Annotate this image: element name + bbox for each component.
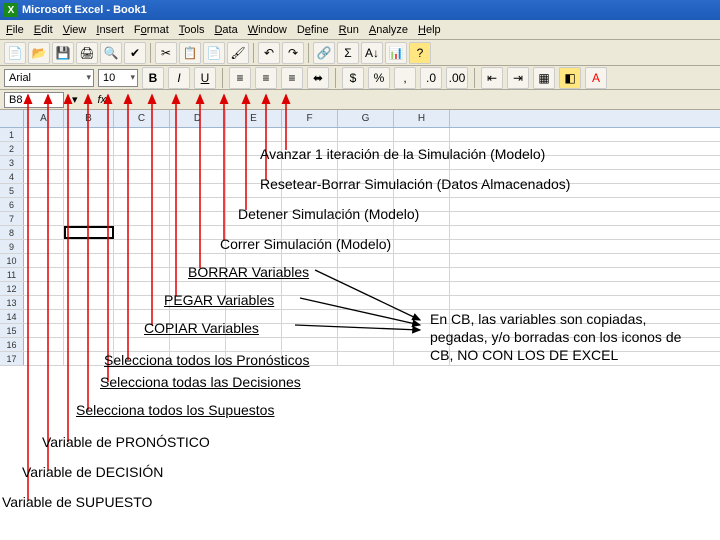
align-right-icon[interactable]: ≡ bbox=[281, 67, 303, 89]
new-icon[interactable]: 📄 bbox=[4, 42, 26, 64]
print-icon[interactable]: 🖨 bbox=[76, 42, 98, 64]
menu-data[interactable]: Data bbox=[214, 24, 237, 36]
col-G[interactable]: G bbox=[338, 110, 394, 127]
spell-icon[interactable]: ✔ bbox=[124, 42, 146, 64]
align-center-icon[interactable]: ≡ bbox=[255, 67, 277, 89]
menu-tools[interactable]: Tools bbox=[179, 24, 205, 36]
name-box[interactable]: B8 bbox=[4, 92, 64, 108]
col-E[interactable]: E bbox=[226, 110, 282, 127]
sum-icon[interactable]: Σ bbox=[337, 42, 359, 64]
redo-icon[interactable]: ↷ bbox=[282, 42, 304, 64]
font-size[interactable]: 10 bbox=[98, 69, 138, 87]
menu-analyze[interactable]: Analyze bbox=[369, 24, 408, 36]
underline-icon[interactable]: U bbox=[194, 67, 216, 89]
decdec-icon[interactable]: .00 bbox=[446, 67, 468, 89]
link-icon[interactable]: 🔗 bbox=[313, 42, 335, 64]
label-var-pron: Variable de PRONÓSTICO bbox=[42, 434, 210, 450]
label-detener: Detener Simulación (Modelo) bbox=[238, 206, 419, 222]
label-sel-dec: Selecciona todas las Decisiones bbox=[100, 374, 301, 390]
excel-icon: X bbox=[4, 3, 18, 17]
merge-icon[interactable]: ⬌ bbox=[307, 67, 329, 89]
chart-icon[interactable]: 📊 bbox=[385, 42, 407, 64]
label-sel-pron: Selecciona todos los Pronósticos bbox=[104, 352, 309, 368]
indent-dec-icon[interactable]: ⇤ bbox=[481, 67, 503, 89]
copy-icon[interactable]: 📋 bbox=[179, 42, 201, 64]
preview-icon[interactable]: 🔍 bbox=[100, 42, 122, 64]
menu-format[interactable]: Format bbox=[134, 24, 169, 36]
label-avanzar: Avanzar 1 iteración de la Simulación (Mo… bbox=[260, 146, 545, 162]
label-pegar: PEGAR Variables bbox=[164, 292, 274, 308]
cut-icon[interactable]: ✂ bbox=[155, 42, 177, 64]
label-correr: Correr Simulación (Modelo) bbox=[220, 236, 391, 252]
label-sel-sup: Selecciona todos los Supuestos bbox=[76, 402, 274, 418]
menu-insert[interactable]: Insert bbox=[96, 24, 124, 36]
titlebar: X Microsoft Excel - Book1 bbox=[0, 0, 720, 20]
decinc-icon[interactable]: .0 bbox=[420, 67, 442, 89]
menubar: File Edit View Insert Format Tools Data … bbox=[0, 20, 720, 40]
save-icon[interactable]: 💾 bbox=[52, 42, 74, 64]
standard-toolbar: 📄 📂 💾 🖨 🔍 ✔ ✂ 📋 📄 🖌 ↶ ↷ 🔗 Σ A↓ 📊 ? bbox=[0, 40, 720, 66]
currency-icon[interactable]: $ bbox=[342, 67, 364, 89]
menu-run[interactable]: Run bbox=[339, 24, 359, 36]
sort-icon[interactable]: A↓ bbox=[361, 42, 383, 64]
label-borrar: BORRAR Variables bbox=[188, 264, 309, 280]
align-left-icon[interactable]: ≡ bbox=[229, 67, 251, 89]
menu-help[interactable]: Help bbox=[418, 24, 441, 36]
menu-edit[interactable]: Edit bbox=[34, 24, 53, 36]
undo-icon[interactable]: ↶ bbox=[258, 42, 280, 64]
fontcolor-icon[interactable]: A bbox=[585, 67, 607, 89]
menu-window[interactable]: Window bbox=[248, 24, 287, 36]
bold-icon[interactable]: B bbox=[142, 67, 164, 89]
italic-icon[interactable]: I bbox=[168, 67, 190, 89]
paste-icon[interactable]: 📄 bbox=[203, 42, 225, 64]
col-C[interactable]: C bbox=[114, 110, 170, 127]
menu-define[interactable]: Define bbox=[297, 24, 329, 36]
format-toolbar: Arial 10 B I U ≡ ≡ ≡ ⬌ $ % , .0 .00 ⇤ ⇥ … bbox=[0, 66, 720, 90]
menu-view[interactable]: View bbox=[63, 24, 87, 36]
help-icon[interactable]: ? bbox=[409, 42, 431, 64]
label-var-sup: Variable de SUPUESTO bbox=[2, 494, 152, 510]
percent-icon[interactable]: % bbox=[368, 67, 390, 89]
label-resetear: Resetear-Borrar Simulación (Datos Almace… bbox=[260, 176, 570, 192]
label-copiar: COPIAR Variables bbox=[144, 320, 259, 336]
window-title: Microsoft Excel - Book1 bbox=[22, 4, 147, 16]
col-B[interactable]: B bbox=[64, 110, 114, 127]
indent-inc-icon[interactable]: ⇥ bbox=[507, 67, 529, 89]
formula-bar: B8 ▾ fx bbox=[0, 90, 720, 110]
col-A[interactable]: A bbox=[24, 110, 64, 127]
menu-file[interactable]: File bbox=[6, 24, 24, 36]
fx-label: fx bbox=[98, 94, 107, 106]
comma-icon[interactable]: , bbox=[394, 67, 416, 89]
col-H[interactable]: H bbox=[394, 110, 450, 127]
fmtpaint-icon[interactable]: 🖌 bbox=[227, 42, 249, 64]
note-cb: En CB, las variables son copiadas, pegad… bbox=[430, 310, 700, 365]
label-var-dec: Variable de DECISIÓN bbox=[22, 464, 163, 480]
col-F[interactable]: F bbox=[282, 110, 338, 127]
col-D[interactable]: D bbox=[170, 110, 226, 127]
font-name[interactable]: Arial bbox=[4, 69, 94, 87]
fill-icon[interactable]: ◧ bbox=[559, 67, 581, 89]
open-icon[interactable]: 📂 bbox=[28, 42, 50, 64]
border-icon[interactable]: ▦ bbox=[533, 67, 555, 89]
